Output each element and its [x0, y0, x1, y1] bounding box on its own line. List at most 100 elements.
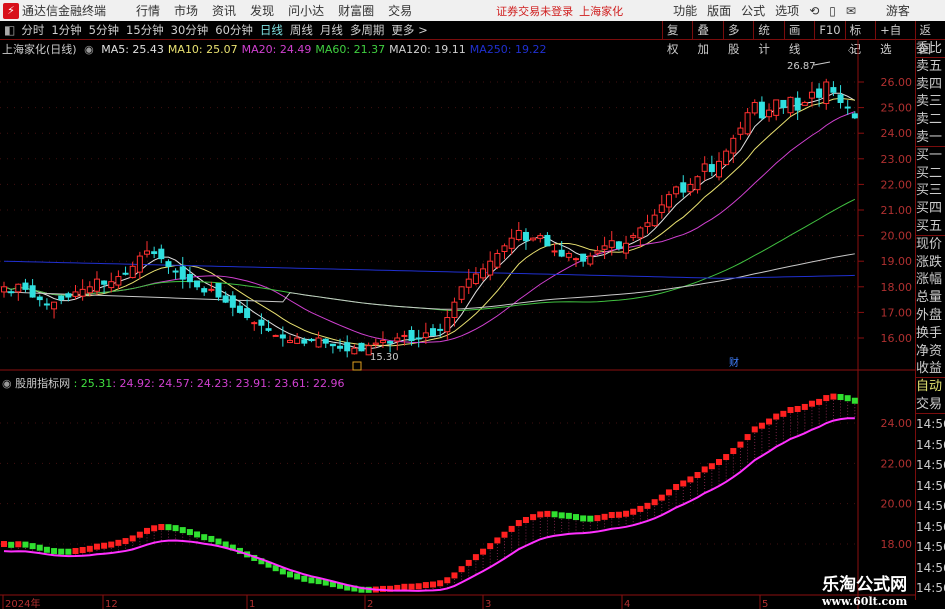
fill-dot — [489, 564, 491, 566]
fill-dot — [732, 463, 734, 465]
menu-options[interactable]: 选项 — [775, 2, 799, 19]
fill-dot — [518, 532, 520, 534]
side-item[interactable]: 外盘 — [916, 307, 945, 325]
menu-function[interactable]: 功能 — [673, 2, 697, 19]
side-item[interactable]: 卖四 — [916, 76, 945, 94]
menu-layout[interactable]: 版面 — [707, 2, 731, 19]
side-item[interactable]: 卖三 — [916, 93, 945, 111]
side-item[interactable]: 14:56 — [916, 578, 945, 599]
side-item[interactable]: 买二 — [916, 165, 945, 183]
tool-button[interactable]: +自选 — [875, 21, 914, 56]
refresh-icon[interactable]: ⟲ — [809, 4, 819, 18]
side-item[interactable]: 自动 — [916, 378, 945, 396]
period-tab[interactable]: 更多 > — [391, 23, 427, 37]
tool-button[interactable]: 多股 — [722, 21, 753, 56]
candle — [151, 246, 158, 259]
indicator-block — [472, 554, 479, 561]
fill-dot — [832, 412, 834, 414]
side-item[interactable]: 买五 — [916, 218, 945, 236]
tool-button[interactable]: 统计 — [753, 21, 783, 56]
finance-marker[interactable]: 财 — [729, 356, 739, 369]
side-item[interactable]: 14:56 — [916, 476, 945, 497]
fill-dot — [818, 411, 820, 413]
menu-market[interactable]: 市场 — [174, 2, 198, 19]
fill-dot — [689, 485, 691, 487]
side-item[interactable]: 卖一 — [916, 129, 945, 147]
indicator-name: 股朋指标网 — [15, 377, 71, 390]
period-tab[interactable]: 30分钟 — [171, 23, 209, 37]
fill-dot — [754, 453, 756, 455]
side-item[interactable]: 14:56 — [916, 414, 945, 435]
indicator-header: ◉ 股朋指标网 : 25.31: 24.92: 24.57: 24.23: 23… — [2, 375, 345, 391]
side-item[interactable]: 14:56 — [916, 517, 945, 538]
fill-dot — [432, 588, 434, 590]
period-tab[interactable]: 多周期 — [350, 23, 385, 37]
side-item[interactable]: 买三 — [916, 182, 945, 200]
side-item[interactable]: 换手 — [916, 325, 945, 343]
kline-chart[interactable]: 26.00 25.00 24.00 23.00 22.00 21.00 20.00 19.00… — [0, 40, 915, 609]
period-tab[interactable]: 日线 — [260, 23, 283, 37]
side-item[interactable]: 现价 — [916, 236, 945, 254]
fill-dot — [790, 416, 791, 418]
user-label[interactable]: 游客 — [886, 2, 910, 19]
period-tab[interactable]: 分时 — [21, 23, 44, 37]
side-item[interactable]: 净资 — [916, 343, 945, 361]
candle — [29, 279, 36, 298]
candle — [315, 331, 322, 348]
side-item[interactable]: 买四 — [916, 200, 945, 218]
menu-ask[interactable]: 问小达 — [288, 2, 324, 19]
login-status[interactable]: 证券交易未登录 — [496, 3, 573, 19]
side-item[interactable]: 14:56 — [916, 455, 945, 476]
side-item[interactable]: 买一 — [916, 147, 945, 165]
event-marker-icon[interactable] — [352, 361, 362, 371]
mail-icon[interactable]: ✉ — [846, 4, 856, 18]
side-item[interactable]: 14:56 — [916, 435, 945, 456]
side-item[interactable]: 交易 — [916, 396, 945, 415]
menu-quotes[interactable]: 行情 — [136, 2, 160, 19]
fill-dot — [554, 523, 556, 525]
panel-toggle-icon[interactable]: ◧ — [4, 23, 15, 37]
menu-news[interactable]: 资讯 — [212, 2, 236, 19]
tool-button[interactable]: 叠加 — [692, 21, 722, 56]
tool-button[interactable]: 返回 — [914, 21, 945, 56]
menu-wealth[interactable]: 财富圈 — [338, 2, 374, 19]
indicator-block — [144, 527, 150, 534]
fill-dot — [554, 532, 556, 534]
side-item[interactable]: 涨跌 — [916, 254, 945, 272]
indicator-block — [415, 583, 422, 590]
fill-dot — [790, 428, 791, 430]
tool-button[interactable]: 标记 — [844, 21, 875, 56]
period-tab[interactable]: 15分钟 — [126, 23, 164, 37]
side-item[interactable]: 卖五 — [916, 58, 945, 76]
side-item[interactable]: 总量 — [916, 289, 945, 307]
indicator-value: : 24.23 — [189, 377, 229, 390]
fill-dot — [604, 526, 606, 528]
period-tab[interactable]: 60分钟 — [215, 23, 253, 37]
tool-button[interactable]: 复权 — [662, 21, 692, 56]
side-item[interactable]: 涨幅 — [916, 271, 945, 289]
period-tab[interactable]: 1分钟 — [51, 23, 81, 37]
side-item[interactable]: 卖二 — [916, 111, 945, 129]
indicator-value: : 24.92 — [112, 377, 152, 390]
menu-discover[interactable]: 发现 — [250, 2, 274, 19]
side-item[interactable]: 收益 — [916, 360, 945, 379]
menu-formula[interactable]: 公式 — [741, 2, 765, 19]
menu-trade[interactable]: 交易 — [388, 2, 412, 19]
fill-dot — [511, 550, 513, 552]
tool-button[interactable]: F10 — [814, 21, 844, 40]
diamond-icon[interactable]: ◇ — [848, 45, 856, 56]
side-item[interactable]: 14:56 — [916, 537, 945, 558]
side-item[interactable]: 14:56 — [916, 558, 945, 579]
side-item[interactable]: 14:56 — [916, 496, 945, 517]
period-tab[interactable]: 5分钟 — [89, 23, 119, 37]
candle — [515, 221, 522, 242]
side-item[interactable]: 委比 — [916, 40, 945, 58]
tool-button[interactable]: 画线 — [783, 21, 814, 56]
fill-dot — [596, 527, 598, 529]
indicator-block — [830, 393, 837, 400]
fill-dot — [754, 447, 756, 449]
period-tab[interactable]: 月线 — [320, 23, 343, 37]
period-tab[interactable]: 周线 — [290, 23, 313, 37]
phone-icon[interactable]: ▯ — [829, 4, 836, 18]
settings-icon[interactable]: ◉ — [2, 377, 12, 390]
